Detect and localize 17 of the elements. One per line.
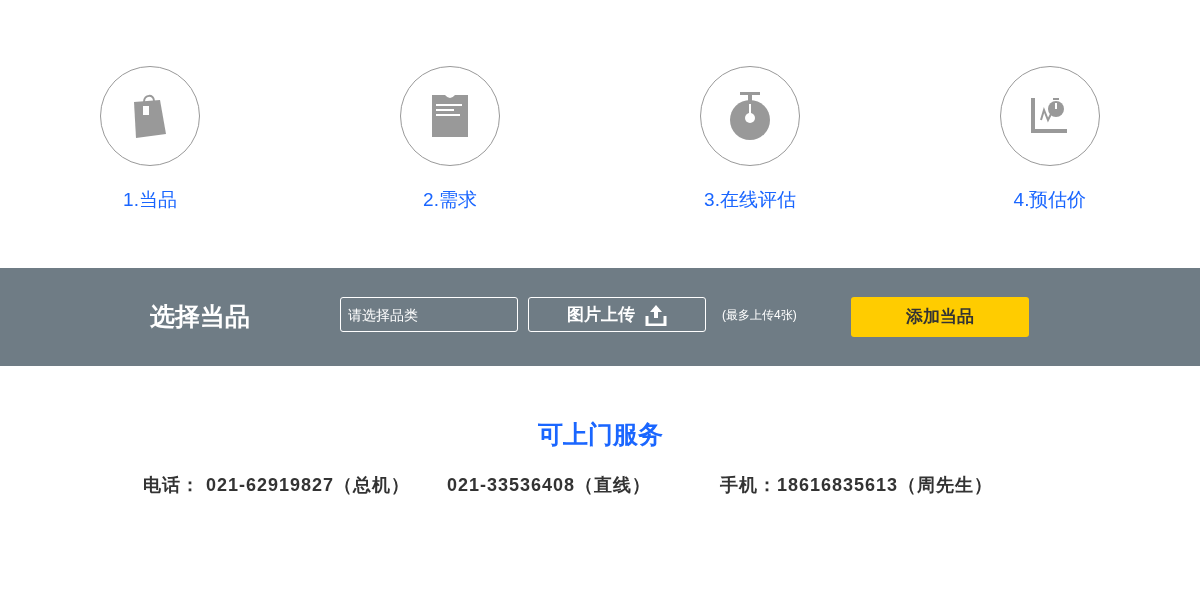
add-item-button[interactable]: 添加当品: [851, 297, 1029, 337]
contact-line: 电话： 021-62919827（总机）: [143, 474, 411, 497]
step-label: 3.在线评估: [704, 188, 796, 212]
contact-line: 手机：18616835613（周先生）: [720, 474, 994, 497]
contact-line: 021-33536408（直线）: [447, 474, 652, 497]
upload-icon: [645, 303, 667, 326]
step-label: 1.当品: [123, 188, 177, 212]
stopwatch-icon: [729, 92, 771, 140]
service-title: 可上门服务: [537, 419, 663, 450]
clipboard-icon: [432, 95, 468, 137]
step-label: 4.预估价: [1013, 188, 1087, 212]
upload-note: (最多上传4张): [722, 307, 797, 323]
upload-button[interactable]: 图片上传: [528, 297, 706, 332]
category-field[interactable]: 请选择品类: [340, 297, 518, 332]
chart-timer-icon: [1031, 98, 1069, 134]
step-label: 2.需求: [423, 188, 477, 212]
section-title: 选择当品: [150, 301, 250, 332]
